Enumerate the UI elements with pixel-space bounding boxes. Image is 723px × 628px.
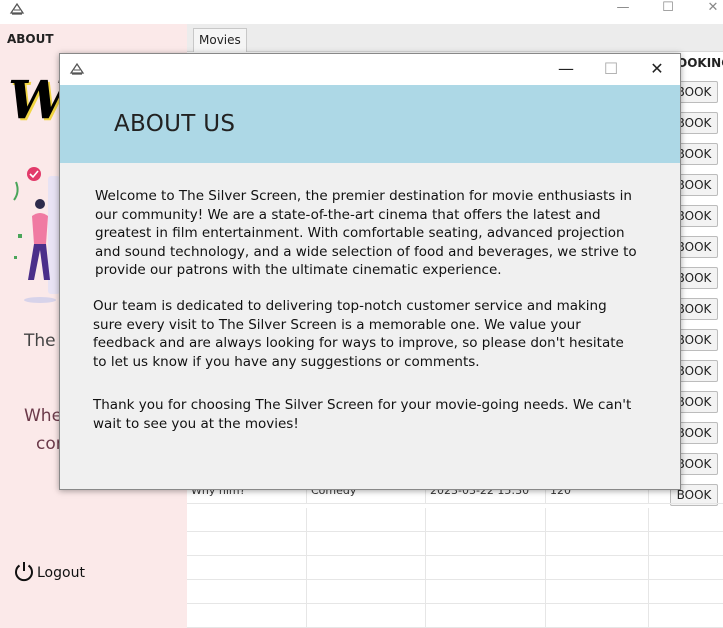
- dialog-titlebar[interactable]: — ☐ ✕: [60, 54, 680, 85]
- table-row[interactable]: [187, 604, 723, 628]
- logout-label: Logout: [37, 565, 85, 581]
- main-window-titlebar: — ☐ ✕: [0, 0, 723, 24]
- brand-logo: W: [8, 70, 66, 131]
- table-row[interactable]: [187, 508, 723, 532]
- about-paragraph-3: Thank you for choosing The Silver Screen…: [93, 397, 632, 432]
- sidebar-text-2: Whe: [24, 406, 63, 426]
- cinema-illustration: [13, 167, 60, 303]
- tab-strip: Movies: [187, 24, 723, 52]
- dialog-app-icon: [69, 61, 85, 77]
- main-maximize-button[interactable]: ☐: [656, 0, 680, 18]
- column-header-booking: OOKING: [677, 56, 723, 70]
- sidebar-section-label: ABOUT: [7, 32, 54, 46]
- dialog-close-button[interactable]: ✕: [643, 58, 671, 80]
- main-minimize-button[interactable]: —: [611, 0, 635, 18]
- about-us-dialog: — ☐ ✕ ABOUT US Welcome to The Silver Scr…: [59, 53, 681, 490]
- dialog-maximize-button[interactable]: ☐: [597, 58, 625, 80]
- about-paragraph-1: Welcome to The Silver Screen, the premie…: [95, 188, 637, 278]
- main-close-button[interactable]: ✕: [701, 0, 723, 18]
- power-icon: [13, 560, 35, 586]
- table-row[interactable]: [187, 532, 723, 556]
- tab-movies[interactable]: Movies: [193, 28, 247, 52]
- dialog-header-banner: ABOUT US: [60, 85, 680, 163]
- app-icon: [9, 1, 25, 17]
- logout-button[interactable]: Logout: [13, 561, 85, 585]
- table-row[interactable]: [187, 556, 723, 580]
- about-paragraph-2: Our team is dedicated to delivering top-…: [93, 298, 624, 370]
- dialog-minimize-button[interactable]: —: [552, 58, 580, 80]
- dialog-title: ABOUT US: [114, 111, 236, 137]
- table-row[interactable]: [187, 580, 723, 604]
